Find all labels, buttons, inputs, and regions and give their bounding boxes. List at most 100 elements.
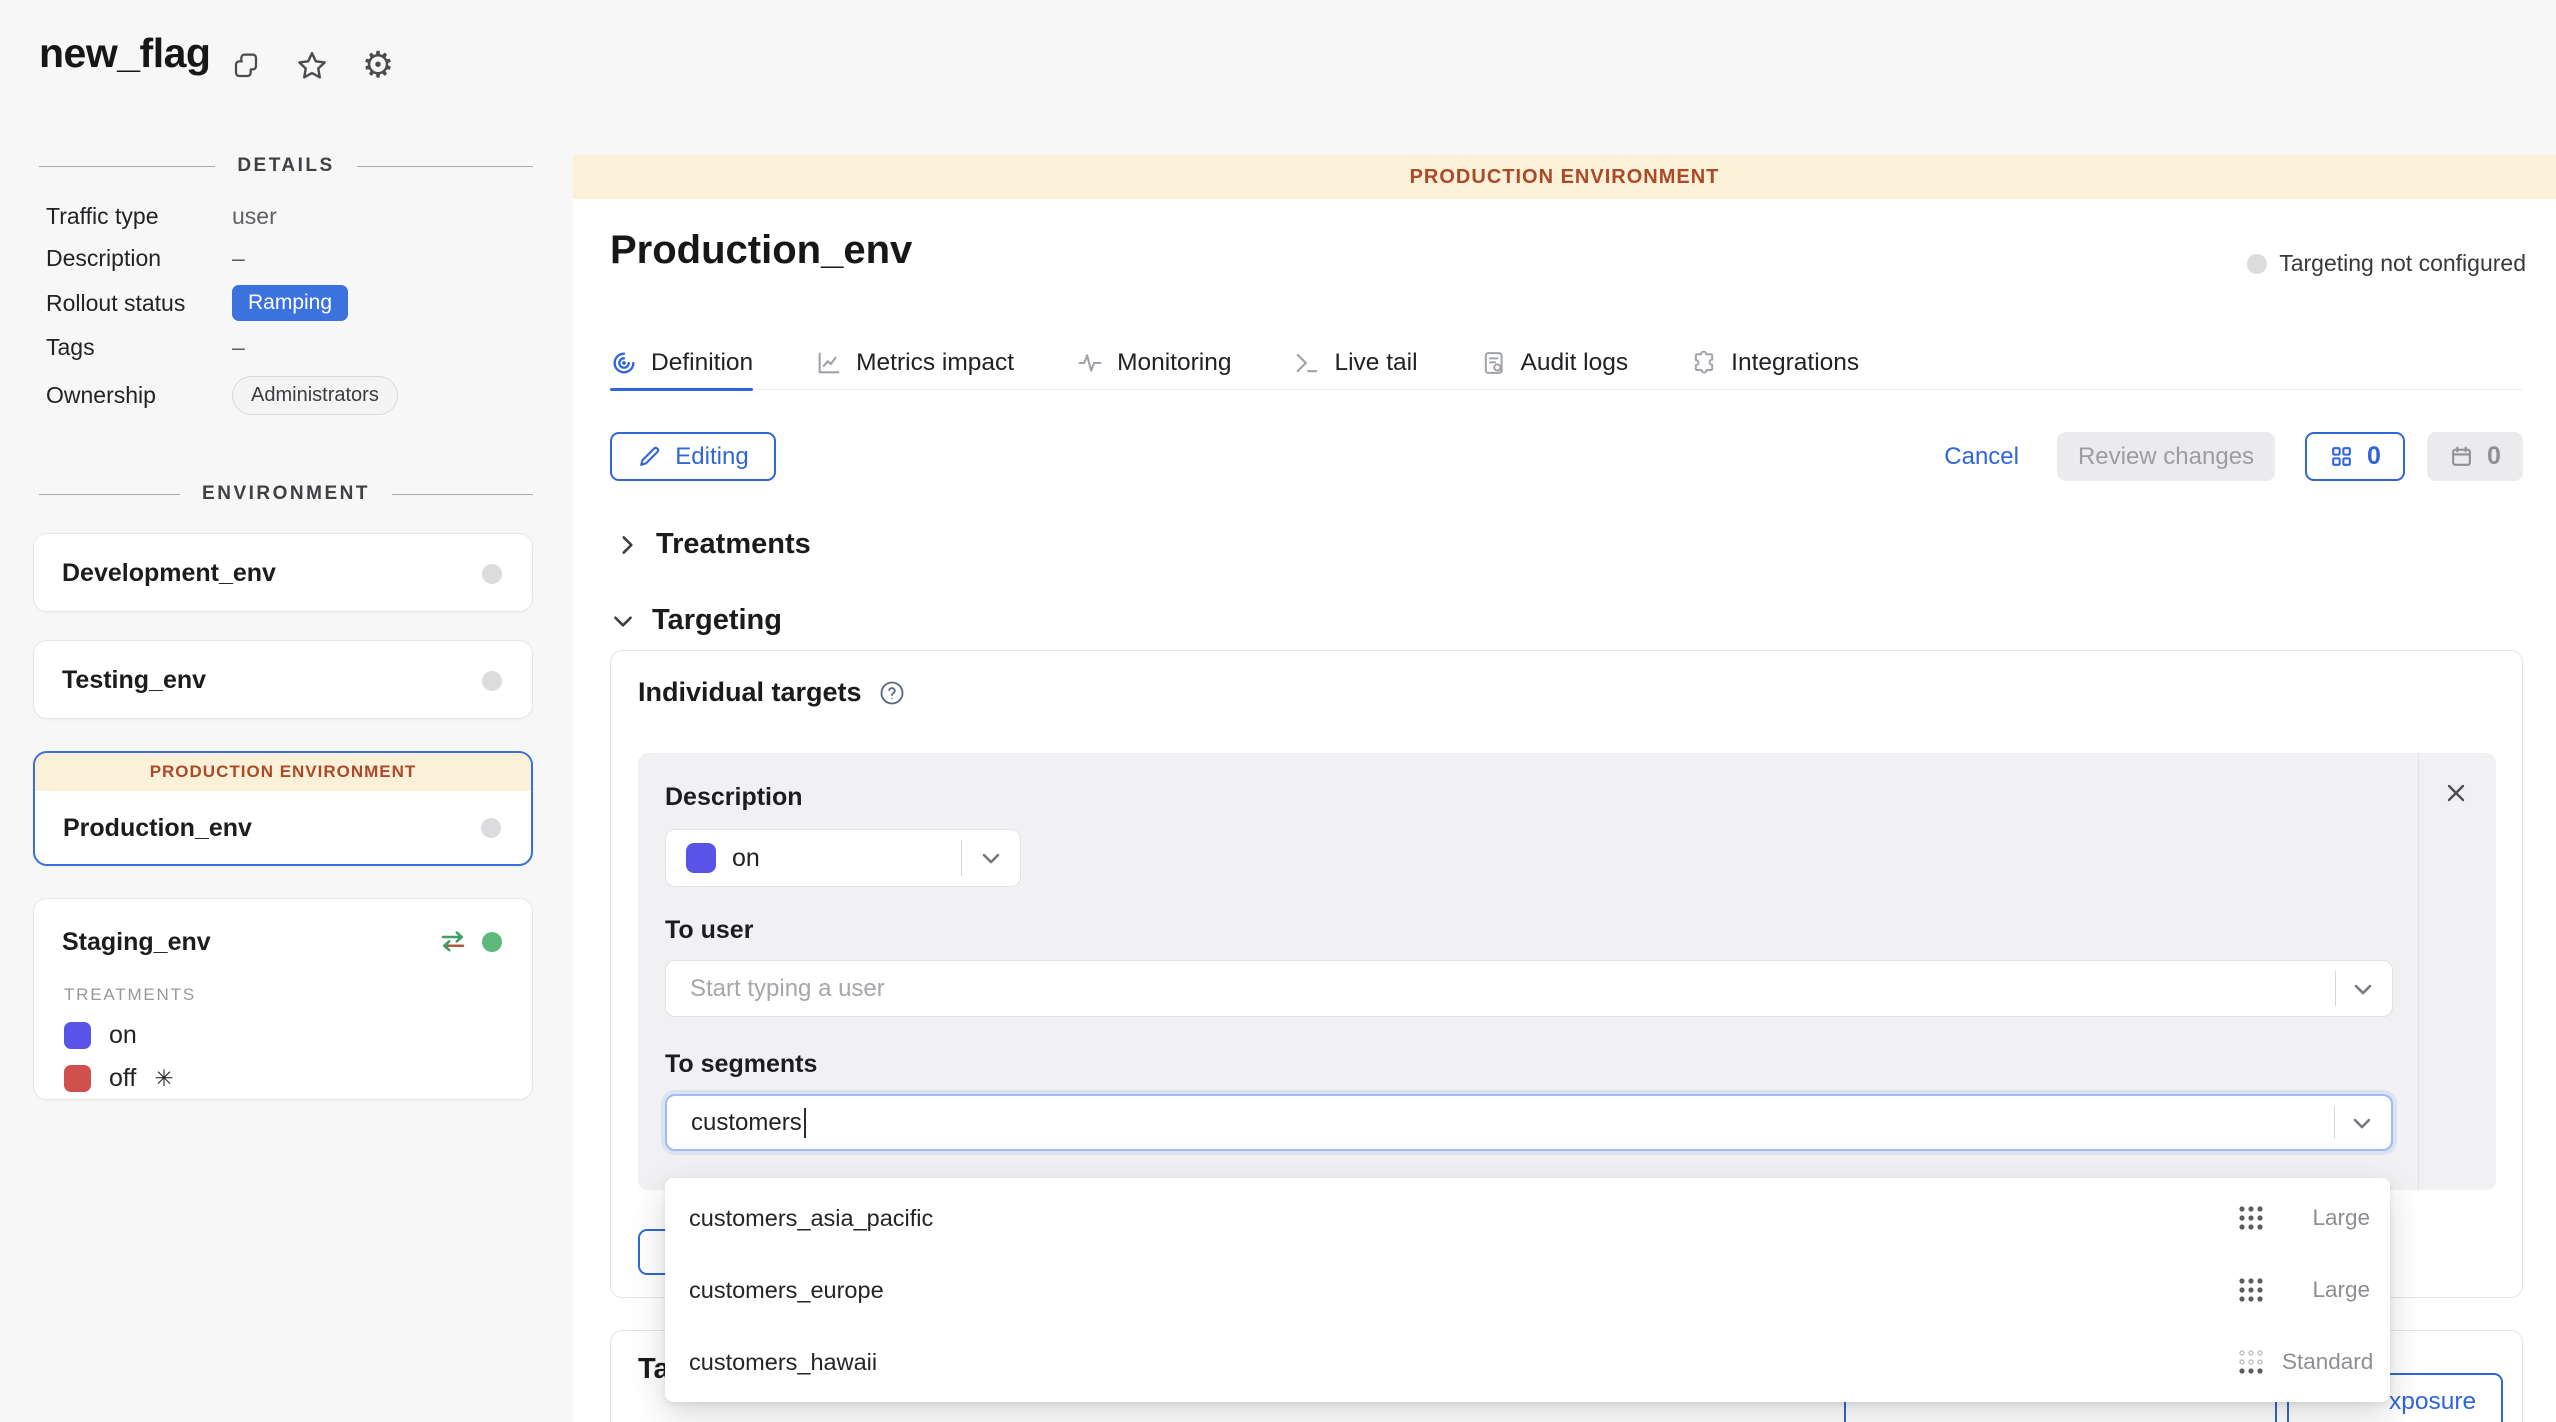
segment-size-label: Large bbox=[2282, 1205, 2370, 1231]
traffic-type-label: Traffic type bbox=[46, 203, 232, 230]
help-icon[interactable] bbox=[878, 679, 906, 707]
segment-name: customers_asia_pacific bbox=[689, 1205, 2236, 1232]
treatment-on-swatch bbox=[64, 1022, 91, 1049]
tab-integrations-label: Integrations bbox=[1731, 349, 1859, 377]
tab-definition-label: Definition bbox=[651, 349, 753, 377]
rollout-status-badge[interactable]: Ramping bbox=[232, 285, 348, 321]
treatment-off-swatch bbox=[64, 1065, 91, 1092]
treatment-on-swatch bbox=[686, 843, 716, 873]
detail-row-description: Description – bbox=[46, 245, 533, 272]
status-dot-icon bbox=[2247, 254, 2267, 274]
tab-monitoring-label: Monitoring bbox=[1117, 349, 1231, 377]
chevron-down-icon bbox=[977, 844, 1005, 872]
segments-dropdown: customers_asia_pacific Large customers_e… bbox=[665, 1178, 2390, 1402]
detail-row-traffic-type: Traffic type user bbox=[46, 203, 533, 230]
to-segments-label: To segments bbox=[665, 1050, 817, 1079]
audit-log-icon bbox=[1480, 349, 1508, 377]
segment-large-grid-icon bbox=[2236, 1203, 2266, 1233]
targeting-status: Targeting not configured bbox=[2247, 250, 2526, 277]
grid-icon bbox=[2329, 444, 2354, 469]
traffic-type-value: user bbox=[232, 203, 277, 230]
segment-option-europe[interactable]: customers_europe Large bbox=[665, 1254, 2390, 1326]
scheduled-count-button[interactable]: 0 bbox=[2427, 432, 2523, 481]
env-card-production[interactable]: PRODUCTION ENVIRONMENT Production_env bbox=[33, 751, 533, 866]
scheduled-count: 0 bbox=[2487, 442, 2501, 471]
to-user-input[interactable] bbox=[666, 975, 2392, 1003]
close-icon[interactable] bbox=[2440, 777, 2472, 809]
targeting-section-toggle[interactable]: Targeting bbox=[610, 604, 782, 637]
description-label: Description bbox=[46, 245, 232, 272]
production-env-card-banner: PRODUCTION ENVIRONMENT bbox=[35, 753, 531, 791]
individual-target-rule: Description on To user To segments custo bbox=[638, 753, 2496, 1190]
description-value: – bbox=[232, 245, 245, 272]
env-card-staging[interactable]: Staging_env TREATMENTS on off ✳ bbox=[33, 898, 533, 1100]
tab-live-tail-label: Live tail bbox=[1334, 349, 1417, 377]
segment-option-asia-pacific[interactable]: customers_asia_pacific Large bbox=[665, 1182, 2390, 1254]
ownership-label: Ownership bbox=[46, 382, 232, 409]
to-user-label: To user bbox=[665, 916, 753, 945]
pulse-icon bbox=[1076, 349, 1104, 377]
env-name-testing: Testing_env bbox=[62, 666, 206, 695]
treatment-select-value: on bbox=[732, 844, 760, 873]
env-status-dot-gray bbox=[482, 564, 502, 584]
app-root: new_flag ⚙ DETAILS Traffic type user Des… bbox=[0, 0, 2556, 1422]
changes-count: 0 bbox=[2367, 442, 2381, 471]
title-actions: ⚙ bbox=[228, 48, 396, 84]
tab-definition[interactable]: Definition bbox=[610, 342, 753, 389]
star-icon[interactable] bbox=[294, 48, 330, 84]
detail-row-ownership: Ownership Administrators bbox=[46, 376, 533, 415]
env-name-staging: Staging_env bbox=[62, 928, 211, 957]
detail-row-tags: Tags – bbox=[46, 334, 533, 361]
ownership-pill[interactable]: Administrators bbox=[232, 376, 398, 415]
segment-name: customers_europe bbox=[689, 1277, 2236, 1304]
chevron-down-icon bbox=[610, 608, 636, 634]
env-name-development: Development_env bbox=[62, 559, 276, 588]
targeting-section-title: Targeting bbox=[652, 604, 782, 637]
tab-monitoring[interactable]: Monitoring bbox=[1076, 342, 1231, 389]
select-separator bbox=[961, 840, 962, 876]
env-card-testing[interactable]: Testing_env bbox=[33, 640, 533, 719]
tab-audit-logs[interactable]: Audit logs bbox=[1480, 342, 1629, 389]
chevron-right-icon bbox=[614, 532, 640, 558]
select-separator bbox=[2335, 971, 2336, 1006]
segment-standard-grid-icon bbox=[2236, 1347, 2266, 1377]
rollout-status-label: Rollout status bbox=[46, 290, 232, 317]
rule-actions-divider bbox=[2418, 753, 2419, 1190]
to-segments-combobox[interactable]: customers bbox=[665, 1094, 2393, 1151]
to-segments-input-value: customers bbox=[667, 1109, 802, 1137]
terminal-icon bbox=[1293, 349, 1321, 377]
treatment-select[interactable]: on bbox=[665, 829, 1021, 887]
select-separator bbox=[2334, 1106, 2335, 1139]
tags-value: – bbox=[232, 334, 245, 361]
copy-icon[interactable] bbox=[228, 48, 264, 84]
cancel-link[interactable]: Cancel bbox=[1944, 443, 2019, 471]
targeting-status-text: Targeting not configured bbox=[2279, 250, 2526, 277]
segment-option-hawaii[interactable]: customers_hawaii Standard bbox=[665, 1326, 2390, 1398]
swap-arrows-icon bbox=[438, 927, 468, 957]
treatment-off-label: off bbox=[109, 1064, 136, 1093]
treatments-section-toggle[interactable]: Treatments bbox=[614, 528, 811, 561]
detail-row-rollout-status: Rollout status Ramping bbox=[46, 285, 533, 321]
segment-size-label: Standard bbox=[2282, 1349, 2370, 1375]
details-divider: DETAILS bbox=[39, 155, 533, 177]
env-status-dot-green bbox=[482, 932, 502, 952]
review-changes-button[interactable]: Review changes bbox=[2057, 432, 2275, 481]
environment-heading: ENVIRONMENT bbox=[202, 483, 370, 505]
env-card-development[interactable]: Development_env bbox=[33, 533, 533, 612]
treatments-section-title: Treatments bbox=[656, 528, 811, 561]
tab-bar: Definition Metrics impact Monitoring Liv… bbox=[610, 342, 2523, 390]
chevron-down-icon bbox=[2349, 975, 2377, 1003]
changes-count-button[interactable]: 0 bbox=[2305, 432, 2405, 481]
calendar-icon bbox=[2449, 444, 2474, 469]
tab-integrations[interactable]: Integrations bbox=[1690, 342, 1859, 389]
tab-live-tail[interactable]: Live tail bbox=[1293, 342, 1417, 389]
gear-icon[interactable]: ⚙ bbox=[360, 48, 396, 84]
treatment-on-row: on bbox=[34, 1005, 532, 1050]
pencil-icon bbox=[637, 444, 662, 469]
editing-button-label: Editing bbox=[675, 443, 748, 471]
tab-metrics-impact[interactable]: Metrics impact bbox=[815, 342, 1014, 389]
chevron-down-icon bbox=[2348, 1109, 2376, 1137]
details-heading: DETAILS bbox=[237, 155, 334, 177]
individual-targets-title: Individual targets bbox=[638, 677, 862, 708]
editing-button[interactable]: Editing bbox=[610, 432, 776, 481]
